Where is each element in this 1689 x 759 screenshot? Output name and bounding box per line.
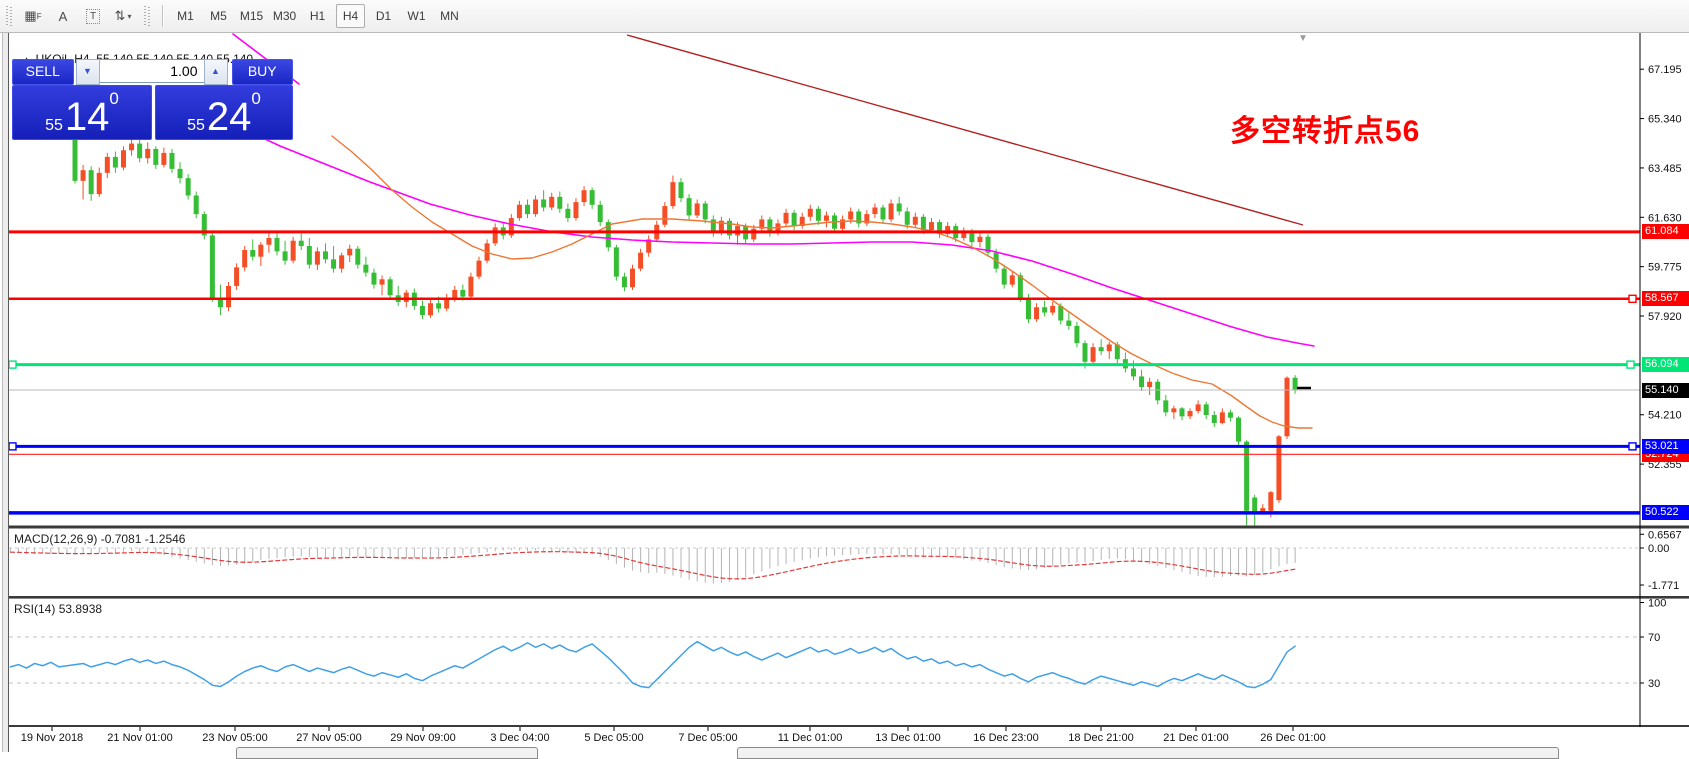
macd-scale-label: 0.6567 [1648, 529, 1682, 541]
timeframe-button-M30[interactable]: M30 [270, 4, 299, 28]
timeframe-group: M1M5M15M30H1H4D1W1MN [169, 4, 466, 28]
status-bar-box[interactable] [236, 747, 538, 759]
timeframe-button-MN[interactable]: MN [435, 4, 464, 28]
timeframe-button-M5[interactable]: M5 [204, 4, 233, 28]
time-axis-label: 3 Dec 04:00 [490, 732, 549, 744]
sell-button[interactable]: SELL [12, 59, 74, 85]
price-tick-label: 54.210 [1648, 410, 1682, 422]
buy-price-integer: 55 [187, 116, 205, 136]
buy-price-tile[interactable]: 55 24 0 [155, 85, 293, 140]
sell-price-integer: 55 [45, 116, 63, 136]
rsi-scale-label: 70 [1648, 632, 1660, 644]
time-axis-label: 18 Dec 21:00 [1068, 732, 1133, 744]
time-axis-label: 19 Nov 2018 [21, 732, 83, 744]
current-price-badge: 55.140 [1642, 383, 1689, 398]
time-axis-label: 5 Dec 05:00 [584, 732, 643, 744]
price-tick-label: 59.775 [1648, 262, 1682, 274]
toolbar-separator [162, 5, 163, 27]
drawing-tools-group: ▦FAT⇅▾ [18, 4, 138, 28]
sell-price-tile[interactable]: 55 14 0 [12, 85, 152, 140]
buy-price-pip: 0 [251, 90, 260, 107]
timeframe-button-W1[interactable]: W1 [402, 4, 431, 28]
buy-price-main: 24 [207, 98, 252, 136]
chart-shift-marker-icon[interactable]: ▼ [1298, 33, 1308, 44]
chart-text-annotation: 多空转折点56 [1230, 106, 1420, 150]
time-axis-label: 21 Nov 01:00 [107, 732, 172, 744]
status-bar-box-2[interactable] [737, 747, 1559, 759]
volume-decrease-button[interactable]: ▼ [76, 59, 100, 85]
line-handle [9, 443, 16, 450]
time-axis-label: 27 Nov 05:00 [296, 732, 361, 744]
volume-increase-button[interactable]: ▲ [204, 59, 228, 85]
macd-name: MACD(12,26,9) [14, 532, 97, 546]
toolbar-grip[interactable] [6, 6, 12, 26]
timeframe-button-M15[interactable]: M15 [237, 4, 266, 28]
rsi-scale-label: 100 [1648, 598, 1666, 610]
rsi-scale-label: 30 [1648, 678, 1660, 690]
price-tick-label: 67.195 [1648, 64, 1682, 76]
indicator-grid-icon[interactable]: ▦F [20, 4, 46, 28]
trading-terminal: { "toolbar": { "tools": [ {"name": "indi… [0, 0, 1689, 752]
sell-price-pip: 0 [109, 90, 118, 107]
time-axis-label: 21 Dec 01:00 [1163, 732, 1228, 744]
timeframe-button-M1[interactable]: M1 [171, 4, 200, 28]
toolbar-grip-2[interactable] [144, 6, 150, 26]
line-handle [1627, 361, 1634, 368]
rsi-indicator-label: RSI(14) 53.8938 [14, 602, 102, 616]
line-handle [1629, 295, 1636, 302]
time-axis-label: 11 Dec 01:00 [778, 732, 843, 744]
volume-input[interactable] [100, 59, 204, 83]
label-tool-icon[interactable]: T [80, 4, 106, 28]
time-axis-label: 26 Dec 01:00 [1260, 732, 1325, 744]
time-axis-label: 23 Nov 05:00 [202, 732, 267, 744]
rsi-name: RSI(14) [14, 602, 55, 616]
timeframe-button-H1[interactable]: H1 [303, 4, 332, 28]
line-handle [1629, 443, 1636, 450]
rsi-value: 53.8938 [59, 602, 102, 616]
time-axis-label: 7 Dec 05:00 [678, 732, 737, 744]
one-click-trading-panel: SELL ▼ ▲ BUY 55 14 0 55 24 0 [12, 59, 293, 135]
time-axis-label: 16 Dec 23:00 [973, 732, 1038, 744]
time-axis-label: 13 Dec 01:00 [875, 732, 940, 744]
price-tick-label: 63.485 [1648, 163, 1682, 175]
time-axis-label: 29 Nov 09:00 [390, 732, 455, 744]
toolbar: ▦FAT⇅▾ M1M5M15M30H1H4D1W1MN [0, 0, 1689, 33]
price-tick-label: 61.630 [1648, 212, 1682, 224]
sell-price-main: 14 [65, 98, 110, 136]
cursor-tool-icon[interactable]: ⇅▾ [110, 4, 136, 28]
timeframe-button-D1[interactable]: D1 [369, 4, 398, 28]
price-tick-label: 57.920 [1648, 311, 1682, 323]
macd-signal-value: -1.2546 [145, 532, 186, 546]
level-price-badge-58.567: 58.567 [1642, 291, 1689, 306]
buy-button[interactable]: BUY [232, 59, 294, 85]
chart-window-left-border [0, 32, 9, 752]
macd-scale-label: -1.771 [1648, 580, 1679, 592]
line-handle [9, 361, 16, 368]
macd-scale-label: 0.00 [1648, 543, 1669, 555]
timeframe-button-H4[interactable]: H4 [336, 4, 365, 28]
level-price-badge-53.021: 53.021 [1642, 439, 1689, 454]
macd-indicator-label: MACD(12,26,9) -0.7081 -1.2546 [14, 532, 185, 546]
macd-main-value: -0.7081 [101, 532, 142, 546]
level-price-badge-61.084: 61.084 [1642, 224, 1689, 239]
text-tool-icon[interactable]: A [50, 4, 76, 28]
price-tick-label: 65.340 [1648, 114, 1682, 126]
level-price-badge-50.522: 50.522 [1642, 505, 1689, 520]
level-price-badge-56.094: 56.094 [1642, 357, 1689, 372]
